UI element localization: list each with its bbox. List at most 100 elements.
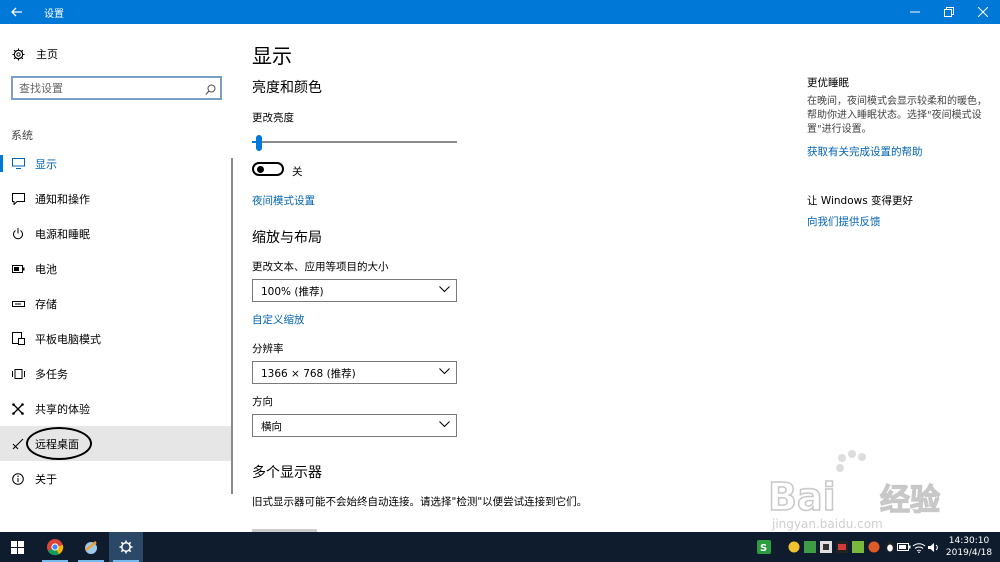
tray-app-icon bbox=[820, 541, 832, 553]
sidebar-item-about[interactable]: 关于 bbox=[0, 461, 232, 496]
chevron-down-icon bbox=[439, 284, 450, 296]
tray-input-method[interactable]: S bbox=[757, 539, 771, 555]
input-method-icon: S bbox=[757, 540, 771, 554]
tablet-mode-icon bbox=[11, 332, 25, 346]
watermark-url: jingyan.baidu.com bbox=[771, 517, 883, 531]
app-icon bbox=[85, 541, 97, 554]
sidebar-home[interactable]: 主页 bbox=[10, 44, 58, 64]
window-title: 设置 bbox=[44, 9, 64, 20]
sidebar-item-label: 平板电脑模式 bbox=[35, 332, 101, 346]
resolution-value: 1366 × 768 (推荐) bbox=[261, 368, 356, 380]
slider-track bbox=[252, 141, 457, 143]
gear-icon bbox=[119, 540, 133, 554]
sidebar-scrollbar[interactable] bbox=[231, 158, 233, 494]
tray-app-icon bbox=[788, 541, 800, 553]
sidebar-item-display[interactable]: 显示 bbox=[0, 146, 232, 181]
svg-text:S: S bbox=[760, 543, 767, 554]
penguin-icon bbox=[885, 541, 895, 553]
scale-label: 更改文本、应用等项目的大小 bbox=[252, 261, 389, 273]
chevron-down-icon bbox=[439, 366, 450, 378]
storage-icon bbox=[11, 297, 25, 311]
sidebar-item-multitasking[interactable]: 多任务 bbox=[0, 356, 232, 391]
scale-dropdown[interactable]: 100% (推荐) bbox=[252, 279, 457, 302]
taskbar-app[interactable] bbox=[74, 532, 108, 562]
toggle-knob bbox=[257, 166, 264, 173]
sidebar-item-label: 电池 bbox=[35, 262, 57, 276]
sidebar-item-label: 显示 bbox=[35, 157, 57, 171]
minimize-button[interactable] bbox=[898, 0, 932, 24]
info-icon bbox=[11, 472, 25, 486]
tray-wifi[interactable] bbox=[912, 539, 926, 555]
sidebar-section-label: 系统 bbox=[11, 129, 33, 142]
sidebar-item-tablet-mode[interactable]: 平板电脑模式 bbox=[0, 321, 232, 356]
feedback-link[interactable]: 向我们提供反馈 bbox=[807, 214, 881, 229]
notification-icon bbox=[11, 192, 25, 206]
brightness-slider[interactable] bbox=[252, 135, 457, 151]
scale-value: 100% (推荐) bbox=[261, 286, 324, 298]
night-light-toggle[interactable] bbox=[252, 162, 284, 176]
sidebar-item-label: 多任务 bbox=[35, 367, 68, 381]
multi-display-heading: 多个显示器 bbox=[252, 465, 322, 481]
back-button[interactable] bbox=[0, 0, 34, 24]
night-light-state: 关 bbox=[292, 166, 303, 178]
close-button[interactable] bbox=[966, 0, 1000, 24]
maximize-button[interactable] bbox=[932, 0, 966, 24]
battery-icon bbox=[897, 543, 911, 551]
tray-app-3[interactable] bbox=[819, 539, 833, 555]
gear-icon bbox=[10, 47, 26, 61]
main-content: 显示 亮度和颜色 更改亮度 关 夜间模式设置 缩放与布局 更改文本、应用等项目的… bbox=[252, 24, 772, 532]
minimize-icon bbox=[910, 11, 920, 13]
night-light-settings-link[interactable]: 夜间模式设置 bbox=[252, 193, 315, 208]
taskbar-settings[interactable] bbox=[109, 532, 143, 562]
monitor-icon bbox=[11, 157, 25, 171]
taskbar-chrome[interactable] bbox=[38, 532, 72, 562]
sleep-text: 在晚间，夜间模式会显示较柔和的暖色，帮助你进入睡眠状态。选择"夜间模式设置"进行… bbox=[807, 96, 987, 135]
tray-battery[interactable] bbox=[897, 539, 911, 555]
tray-app-icon bbox=[852, 541, 864, 553]
sleep-help-link[interactable]: 获取有关完成设置的帮助 bbox=[807, 144, 923, 159]
sidebar-item-remote-desktop[interactable]: 远程桌面 bbox=[0, 426, 232, 461]
remote-desktop-icon bbox=[11, 437, 25, 451]
annotation-circle bbox=[26, 427, 92, 460]
wifi-icon bbox=[912, 542, 926, 553]
tray-app-icon bbox=[836, 541, 848, 553]
search-icon[interactable] bbox=[205, 81, 216, 100]
taskbar-clock[interactable]: 14:30:10 2019/4/18 bbox=[940, 535, 998, 559]
custom-scaling-link[interactable]: 自定义缩放 bbox=[252, 312, 305, 327]
orientation-dropdown[interactable]: 横向 bbox=[252, 414, 457, 437]
watermark-main: Bai bbox=[768, 475, 836, 519]
resolution-dropdown[interactable]: 1366 × 768 (推荐) bbox=[252, 361, 457, 384]
tray-app-5[interactable] bbox=[851, 539, 865, 555]
windows-logo-icon bbox=[10, 540, 24, 554]
sidebar-home-label: 主页 bbox=[36, 48, 58, 61]
tray-app-4[interactable] bbox=[835, 539, 849, 555]
brightness-label: 更改亮度 bbox=[252, 112, 294, 124]
search-box[interactable] bbox=[11, 76, 222, 100]
start-button[interactable] bbox=[0, 532, 34, 562]
brightness-heading: 亮度和颜色 bbox=[252, 80, 322, 96]
tray-app-1[interactable] bbox=[787, 539, 801, 555]
sidebar-item-battery[interactable]: 电池 bbox=[0, 251, 232, 286]
sidebar-item-power[interactable]: 电源和睡眠 bbox=[0, 216, 232, 251]
sidebar-item-storage[interactable]: 存储 bbox=[0, 286, 232, 321]
tray-app-icon bbox=[804, 541, 816, 553]
scale-heading: 缩放与布局 bbox=[252, 230, 322, 246]
sidebar-item-notifications[interactable]: 通知和操作 bbox=[0, 181, 232, 216]
sidebar-item-shared-experiences[interactable]: 共享的体验 bbox=[0, 391, 232, 426]
tray-app-2[interactable] bbox=[803, 539, 817, 555]
shared-experiences-icon bbox=[11, 402, 25, 416]
chevron-down-icon bbox=[439, 419, 450, 431]
page-title: 显示 bbox=[252, 44, 292, 68]
search-input[interactable] bbox=[19, 81, 199, 95]
battery-icon bbox=[11, 262, 25, 276]
resolution-label: 分辨率 bbox=[252, 343, 284, 355]
sidebar: 主页 系统 显示 通知和操作 电源和睡眠 电池 存储 平 bbox=[0, 24, 232, 532]
sidebar-item-label: 共享的体验 bbox=[35, 402, 90, 416]
tray-volume[interactable] bbox=[926, 539, 940, 555]
baidu-watermark: Bai 经验 jingyan.baidu.com bbox=[750, 448, 990, 532]
clock-date: 2019/4/18 bbox=[945, 548, 993, 558]
sidebar-item-label: 关于 bbox=[35, 472, 57, 486]
tray-app-6[interactable] bbox=[867, 539, 881, 555]
tray-app-7[interactable] bbox=[883, 539, 897, 555]
slider-thumb[interactable] bbox=[256, 135, 262, 151]
